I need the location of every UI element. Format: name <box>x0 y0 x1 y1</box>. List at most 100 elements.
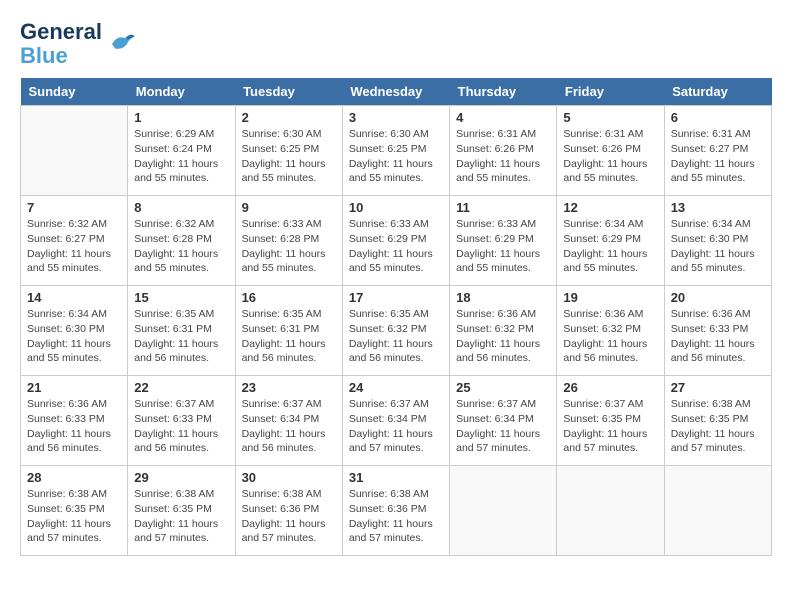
day-number: 21 <box>27 380 121 395</box>
day-number: 23 <box>242 380 336 395</box>
day-info: Sunrise: 6:38 AM Sunset: 6:35 PM Dayligh… <box>671 397 765 456</box>
day-number: 1 <box>134 110 228 125</box>
day-number: 3 <box>349 110 443 125</box>
calendar-cell: 12Sunrise: 6:34 AM Sunset: 6:29 PM Dayli… <box>557 196 664 286</box>
weekday-header-wednesday: Wednesday <box>342 78 449 106</box>
day-info: Sunrise: 6:37 AM Sunset: 6:34 PM Dayligh… <box>242 397 336 456</box>
calendar-cell: 14 Sunrise: 6:34 AM Sunset: 6:30 PM Dayli… <box>21 286 128 376</box>
calendar-cell <box>557 466 664 556</box>
calendar-cell: 30 Sunrise: 6:38 AM Sunset: 6:36 PM Dayli… <box>235 466 342 556</box>
calendar-cell: 5 Sunrise: 6:31 AM Sunset: 6:26 PM Daylig… <box>557 106 664 196</box>
day-info: Sunrise: 6:37 AM Sunset: 6:33 PM Dayligh… <box>134 397 228 456</box>
calendar-cell: 17 Sunrise: 6:35 AM Sunset: 6:32 PM Dayli… <box>342 286 449 376</box>
day-info: Sunrise: 6:33 AM Sunset: 6:29 PM Dayligh… <box>456 217 550 276</box>
day-info: Sunrise: 6:38 AM Sunset: 6:35 PM Dayligh… <box>134 487 228 546</box>
weekday-header-tuesday: Tuesday <box>235 78 342 106</box>
day-number: 14 <box>27 290 121 305</box>
day-number: 19 <box>563 290 657 305</box>
day-info: Sunrise: 6:35 AM Sunset: 6:31 PM Dayligh… <box>134 307 228 366</box>
calendar-cell: 21 Sunrise: 6:36 AM Sunset: 6:33 PM Dayli… <box>21 376 128 466</box>
day-number: 26 <box>563 380 657 395</box>
calendar-cell: 29 Sunrise: 6:38 AM Sunset: 6:35 PM Dayli… <box>128 466 235 556</box>
calendar-cell: 10 Sunrise: 6:33 AM Sunset: 6:29 PM Dayli… <box>342 196 449 286</box>
day-info: Sunrise: 6:33 AM Sunset: 6:28 PM Dayligh… <box>242 217 336 276</box>
day-number: 18 <box>456 290 550 305</box>
calendar-cell: 24 Sunrise: 6:37 AM Sunset: 6:34 PM Dayli… <box>342 376 449 466</box>
calendar-cell: 8Sunrise: 6:32 AM Sunset: 6:28 PM Daylig… <box>128 196 235 286</box>
weekday-header-thursday: Thursday <box>450 78 557 106</box>
calendar-cell <box>450 466 557 556</box>
calendar-cell: 16 Sunrise: 6:35 AM Sunset: 6:31 PM Dayli… <box>235 286 342 376</box>
calendar-cell: 11 Sunrise: 6:33 AM Sunset: 6:29 PM Dayli… <box>450 196 557 286</box>
calendar-cell <box>664 466 771 556</box>
calendar-week-row-2: 7 Sunrise: 6:32 AM Sunset: 6:27 PM Daylig… <box>21 196 772 286</box>
weekday-header-friday: Friday <box>557 78 664 106</box>
day-number: 24 <box>349 380 443 395</box>
day-number: 10 <box>349 200 443 215</box>
day-number: 29 <box>134 470 228 485</box>
day-number: 20 <box>671 290 765 305</box>
calendar-week-row-1: 1Sunrise: 6:29 AM Sunset: 6:24 PM Daylig… <box>21 106 772 196</box>
calendar-cell: 22 Sunrise: 6:37 AM Sunset: 6:33 PM Dayli… <box>128 376 235 466</box>
calendar-cell: 9 Sunrise: 6:33 AM Sunset: 6:28 PM Daylig… <box>235 196 342 286</box>
day-number: 6 <box>671 110 765 125</box>
day-number: 11 <box>456 200 550 215</box>
day-info: Sunrise: 6:38 AM Sunset: 6:36 PM Dayligh… <box>242 487 336 546</box>
calendar-cell: 15Sunrise: 6:35 AM Sunset: 6:31 PM Dayli… <box>128 286 235 376</box>
day-number: 9 <box>242 200 336 215</box>
day-number: 30 <box>242 470 336 485</box>
calendar-cell: 1Sunrise: 6:29 AM Sunset: 6:24 PM Daylig… <box>128 106 235 196</box>
day-number: 13 <box>671 200 765 215</box>
calendar-cell: 19 Sunrise: 6:36 AM Sunset: 6:32 PM Dayli… <box>557 286 664 376</box>
day-number: 17 <box>349 290 443 305</box>
day-number: 22 <box>134 380 228 395</box>
calendar-cell: 26 Sunrise: 6:37 AM Sunset: 6:35 PM Dayli… <box>557 376 664 466</box>
calendar-table: SundayMondayTuesdayWednesdayThursdayFrid… <box>20 78 772 556</box>
calendar-cell: 2Sunrise: 6:30 AM Sunset: 6:25 PM Daylig… <box>235 106 342 196</box>
calendar-cell: 6 Sunrise: 6:31 AM Sunset: 6:27 PM Daylig… <box>664 106 771 196</box>
page-header: GeneralBlue <box>20 20 772 68</box>
day-number: 27 <box>671 380 765 395</box>
weekday-header-monday: Monday <box>128 78 235 106</box>
calendar-cell: 18 Sunrise: 6:36 AM Sunset: 6:32 PM Dayli… <box>450 286 557 376</box>
day-number: 8 <box>134 200 228 215</box>
day-number: 25 <box>456 380 550 395</box>
calendar-cell: 31Sunrise: 6:38 AM Sunset: 6:36 PM Dayli… <box>342 466 449 556</box>
logo-text: GeneralBlue <box>20 20 102 68</box>
day-info: Sunrise: 6:36 AM Sunset: 6:33 PM Dayligh… <box>671 307 765 366</box>
calendar-cell: 27 Sunrise: 6:38 AM Sunset: 6:35 PM Dayli… <box>664 376 771 466</box>
day-info: Sunrise: 6:31 AM Sunset: 6:26 PM Dayligh… <box>563 127 657 186</box>
calendar-cell: 25 Sunrise: 6:37 AM Sunset: 6:34 PM Dayli… <box>450 376 557 466</box>
day-info: Sunrise: 6:38 AM Sunset: 6:35 PM Dayligh… <box>27 487 121 546</box>
calendar-header-row: SundayMondayTuesdayWednesdayThursdayFrid… <box>21 78 772 106</box>
day-number: 16 <box>242 290 336 305</box>
logo: GeneralBlue <box>20 20 136 68</box>
day-number: 7 <box>27 200 121 215</box>
day-number: 4 <box>456 110 550 125</box>
day-number: 5 <box>563 110 657 125</box>
day-info: Sunrise: 6:36 AM Sunset: 6:33 PM Dayligh… <box>27 397 121 456</box>
day-number: 31 <box>349 470 443 485</box>
calendar-cell: 28Sunrise: 6:38 AM Sunset: 6:35 PM Dayli… <box>21 466 128 556</box>
day-number: 12 <box>563 200 657 215</box>
day-info: Sunrise: 6:36 AM Sunset: 6:32 PM Dayligh… <box>563 307 657 366</box>
day-info: Sunrise: 6:30 AM Sunset: 6:25 PM Dayligh… <box>349 127 443 186</box>
day-info: Sunrise: 6:36 AM Sunset: 6:32 PM Dayligh… <box>456 307 550 366</box>
day-info: Sunrise: 6:30 AM Sunset: 6:25 PM Dayligh… <box>242 127 336 186</box>
day-info: Sunrise: 6:35 AM Sunset: 6:31 PM Dayligh… <box>242 307 336 366</box>
day-info: Sunrise: 6:34 AM Sunset: 6:30 PM Dayligh… <box>27 307 121 366</box>
day-info: Sunrise: 6:37 AM Sunset: 6:35 PM Dayligh… <box>563 397 657 456</box>
day-info: Sunrise: 6:35 AM Sunset: 6:32 PM Dayligh… <box>349 307 443 366</box>
day-info: Sunrise: 6:37 AM Sunset: 6:34 PM Dayligh… <box>456 397 550 456</box>
day-info: Sunrise: 6:34 AM Sunset: 6:30 PM Dayligh… <box>671 217 765 276</box>
day-info: Sunrise: 6:32 AM Sunset: 6:27 PM Dayligh… <box>27 217 121 276</box>
day-info: Sunrise: 6:31 AM Sunset: 6:27 PM Dayligh… <box>671 127 765 186</box>
calendar-cell: 13 Sunrise: 6:34 AM Sunset: 6:30 PM Dayli… <box>664 196 771 286</box>
day-info: Sunrise: 6:37 AM Sunset: 6:34 PM Dayligh… <box>349 397 443 456</box>
calendar-cell: 3 Sunrise: 6:30 AM Sunset: 6:25 PM Daylig… <box>342 106 449 196</box>
calendar-week-row-3: 14 Sunrise: 6:34 AM Sunset: 6:30 PM Dayli… <box>21 286 772 376</box>
calendar-cell: 23 Sunrise: 6:37 AM Sunset: 6:34 PM Dayli… <box>235 376 342 466</box>
calendar-cell: 20 Sunrise: 6:36 AM Sunset: 6:33 PM Dayli… <box>664 286 771 376</box>
calendar-week-row-4: 21 Sunrise: 6:36 AM Sunset: 6:33 PM Dayli… <box>21 376 772 466</box>
day-info: Sunrise: 6:33 AM Sunset: 6:29 PM Dayligh… <box>349 217 443 276</box>
